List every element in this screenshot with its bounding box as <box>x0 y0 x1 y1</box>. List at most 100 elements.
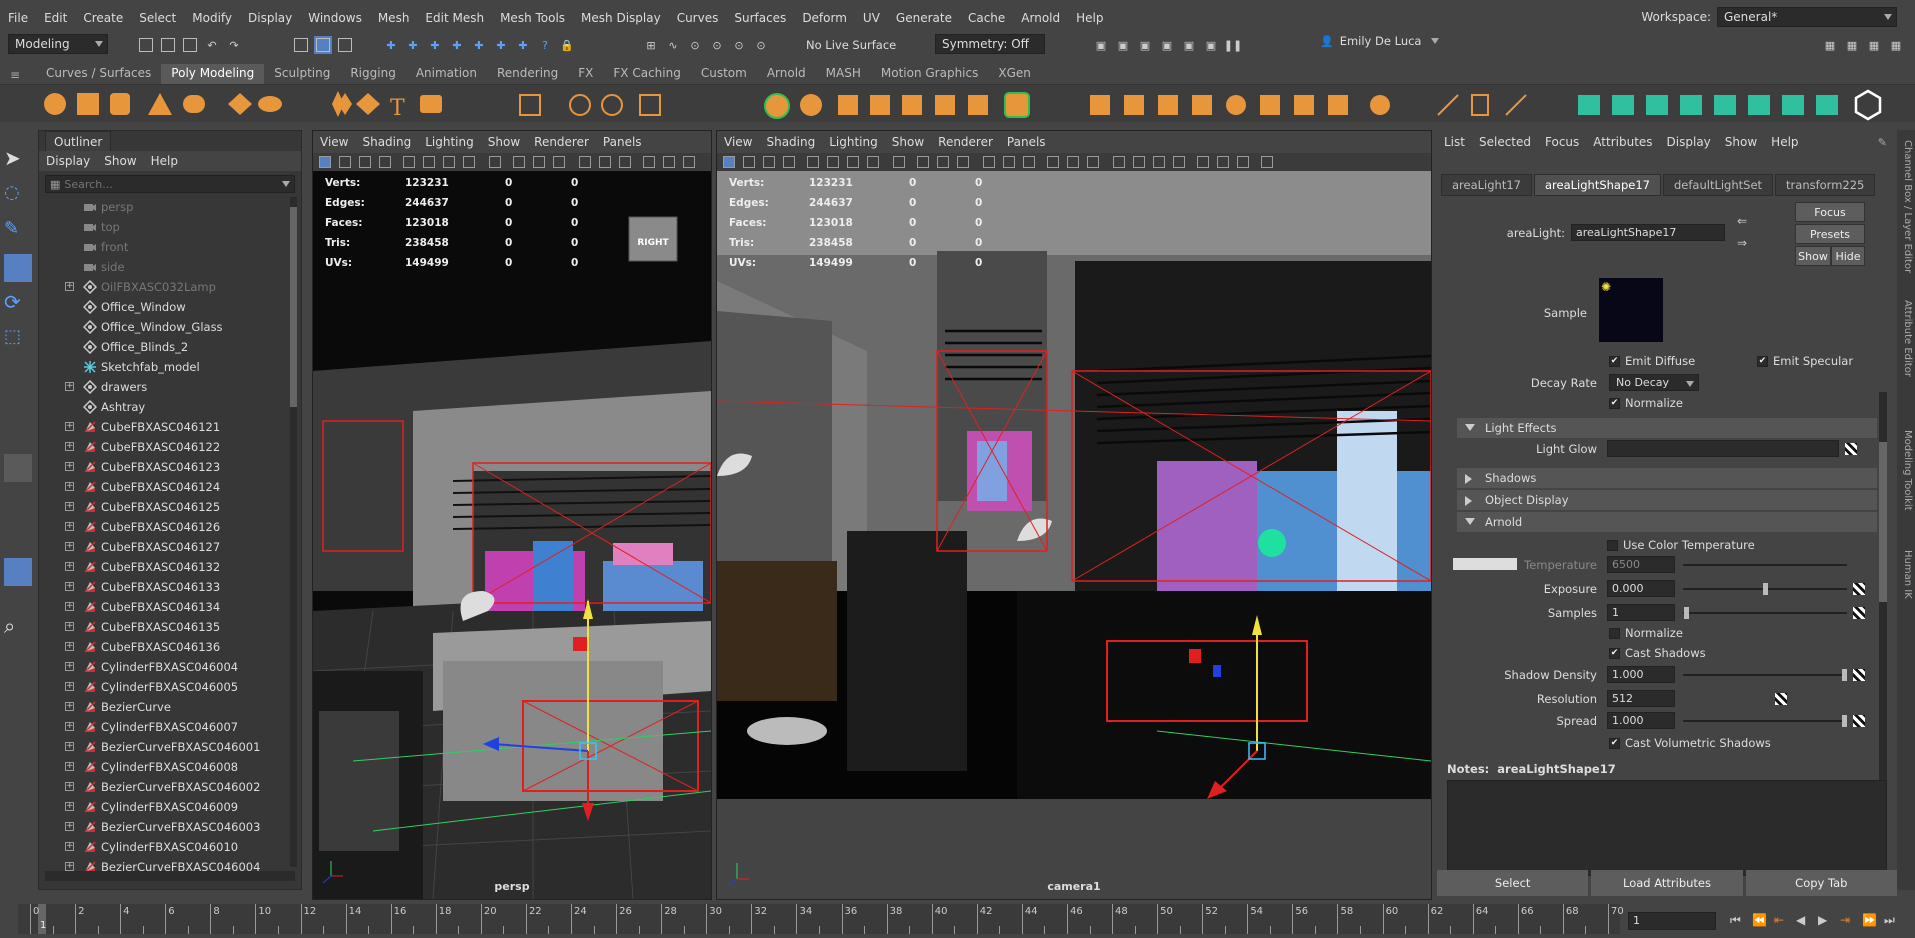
xray-joints-icon[interactable] <box>1173 156 1185 168</box>
cast-shadows-checkbox[interactable]: ✔ <box>1609 648 1620 659</box>
xray-icon[interactable] <box>1153 156 1165 168</box>
menu-edit-mesh[interactable]: Edit Mesh <box>417 11 492 25</box>
expand-plus-icon[interactable]: + <box>65 662 74 671</box>
decay-rate-dropdown[interactable]: No Decay <box>1609 374 1699 391</box>
outliner-item[interactable]: persp <box>39 197 287 217</box>
attr-tab-defaultlightset[interactable]: defaultLightSet <box>1662 174 1774 196</box>
outliner-item[interactable]: Office_Window <box>39 297 287 317</box>
attr-tab-arealightshape17[interactable]: areaLightShape17 <box>1533 174 1661 196</box>
outliner-item[interactable]: + CubeFBXASC046127 <box>39 537 287 557</box>
field-chart-icon[interactable] <box>489 156 501 168</box>
outliner-item[interactable]: + CubeFBXASC046125 <box>39 497 287 517</box>
menu-arnold[interactable]: Arnold <box>1013 11 1068 25</box>
viewport-menu-lighting[interactable]: Lighting <box>418 135 481 149</box>
object-display-section[interactable]: Object Display <box>1457 490 1877 510</box>
normalize-checkbox[interactable]: ✔ <box>1609 398 1620 409</box>
image-plane-icon[interactable] <box>783 156 795 168</box>
outliner-item[interactable]: top <box>39 217 287 237</box>
outliner-item[interactable]: + CubeFBXASC046136 <box>39 637 287 657</box>
shadows-icon[interactable] <box>619 156 631 168</box>
outliner-menu-show[interactable]: Show <box>97 154 143 168</box>
expand-plus-icon[interactable]: + <box>65 622 74 631</box>
bookmarks-icon[interactable] <box>763 156 775 168</box>
expand-plus-icon[interactable]: + <box>65 822 74 831</box>
outliner-item[interactable]: + CubeFBXASC046132 <box>39 557 287 577</box>
side-tab-channel-box-layer-editor[interactable]: Channel Box / Layer Editor <box>1899 140 1913 273</box>
gate-mask-icon[interactable] <box>867 156 879 168</box>
outliner-item[interactable]: + CylinderFBXASC046009 <box>39 797 287 817</box>
outliner-item[interactable]: + CubeFBXASC046135 <box>39 617 287 637</box>
expand-plus-icon[interactable]: + <box>65 482 74 491</box>
save-scene-icon[interactable] <box>181 36 199 54</box>
ambient-occlusion-icon[interactable] <box>1047 156 1059 168</box>
toggle-modeling-toolkit-icon[interactable]: ▦ <box>1821 36 1839 54</box>
node-name-field[interactable]: areaLightShape17 <box>1571 224 1725 241</box>
attr-menu-display[interactable]: Display <box>1660 135 1718 149</box>
shelf-tab-sculpting[interactable]: Sculpting <box>264 64 341 84</box>
workspace-dropdown[interactable]: General* <box>1717 7 1897 27</box>
play-backwards-icon[interactable]: ◀ <box>1796 913 1810 927</box>
ipr-render-icon[interactable]: ▣ <box>1136 36 1154 54</box>
menu-windows[interactable]: Windows <box>300 11 370 25</box>
camera-attributes-icon[interactable] <box>743 156 755 168</box>
expand-plus-icon[interactable]: + <box>65 682 74 691</box>
expand-plus-icon[interactable]: + <box>65 642 74 651</box>
menu-curves[interactable]: Curves <box>669 11 727 25</box>
expand-plus-icon[interactable]: + <box>65 802 74 811</box>
pin-icon[interactable]: ✎ <box>1878 136 1887 149</box>
time-slider[interactable]: 1 0 2 4 6 8 10 12 14 16 18 20 22 24 26 28 30 32 34 36 38 40 4… <box>18 904 1624 934</box>
go-to-start-icon[interactable]: ⏮ <box>1730 913 1744 927</box>
emit-specular-checkbox[interactable]: ✔ <box>1757 356 1768 367</box>
notes-textarea[interactable] <box>1447 780 1887 876</box>
hud-icon[interactable] <box>1197 156 1209 168</box>
menu-file[interactable]: File <box>0 11 36 25</box>
gamma-icon[interactable] <box>1237 156 1249 168</box>
map-button-icon[interactable] <box>1853 715 1865 727</box>
arnold-render-icon[interactable]: ▣ <box>1202 36 1220 54</box>
cast-volumetric-shadows-checkbox[interactable]: ✔ <box>1609 738 1620 749</box>
emit-diffuse-checkbox[interactable]: ✔ <box>1609 356 1620 367</box>
expand-plus-icon[interactable]: + <box>65 722 74 731</box>
lock-icon[interactable]: 🔒 <box>558 36 576 54</box>
outliner-item[interactable]: + CylinderFBXASC046010 <box>39 837 287 857</box>
expand-plus-icon[interactable]: + <box>65 522 74 531</box>
outliner-item[interactable]: + BezierCurveFBXASC046001 <box>39 737 287 757</box>
mask-curves-icon[interactable]: ✚ <box>426 36 444 54</box>
shelf-menu-icon[interactable]: ≡ <box>10 68 20 82</box>
use-all-lights-icon[interactable] <box>599 156 611 168</box>
filter-icon[interactable]: ▦ <box>50 178 60 191</box>
spread-slider[interactable] <box>1683 715 1847 727</box>
menu-create[interactable]: Create <box>75 11 131 25</box>
select-by-object-icon[interactable] <box>314 36 332 54</box>
scale-tool-icon[interactable]: ⬚ <box>4 326 32 354</box>
viewport-menu-shading[interactable]: Shading <box>355 135 418 149</box>
redo-icon[interactable]: ↷ <box>225 36 243 54</box>
shadows-section[interactable]: Shadows <box>1457 468 1877 488</box>
shelf-tab-poly-modeling[interactable]: Poly Modeling <box>161 64 265 84</box>
samples-field[interactable]: 1 <box>1607 604 1675 621</box>
map-button-icon[interactable] <box>1775 693 1787 705</box>
attr-menu-focus[interactable]: Focus <box>1538 135 1586 149</box>
outliner-item[interactable]: front <box>39 237 287 257</box>
shelf-tab-arnold[interactable]: Arnold <box>756 64 816 84</box>
viewport-camera1[interactable]: View Shading Lighting Show Renderer Panels <box>716 130 1432 900</box>
side-tab-human-ik[interactable]: Human IK <box>1899 550 1913 599</box>
film-gate-icon[interactable] <box>423 156 435 168</box>
arnold-section[interactable]: Arnold <box>1457 512 1877 532</box>
hypershade-icon[interactable]: ▣ <box>1180 36 1198 54</box>
outliner-item[interactable]: + OilFBXASC032Lamp <box>39 277 287 297</box>
expand-plus-icon[interactable]: + <box>65 542 74 551</box>
temperature-slider[interactable] <box>1683 564 1847 566</box>
mask-deformations-icon[interactable]: ✚ <box>470 36 488 54</box>
select-camera-icon[interactable] <box>319 156 331 168</box>
outliner-item[interactable]: + drawers <box>39 377 287 397</box>
map-button-icon[interactable] <box>1845 443 1857 455</box>
outliner-item[interactable]: Sketchfab_model <box>39 357 287 377</box>
wireframe-icon[interactable] <box>513 156 525 168</box>
go-to-output-icon[interactable]: ⇒ <box>1737 236 1747 250</box>
snap-projected-icon[interactable]: ⊙ <box>708 36 726 54</box>
outliner-item[interactable]: + CubeFBXASC046124 <box>39 477 287 497</box>
light-glow-field[interactable] <box>1607 440 1839 457</box>
viewport-persp[interactable]: View Shading Lighting Show Renderer Panels <box>312 130 712 900</box>
render-view-icon[interactable]: ▣ <box>1158 36 1176 54</box>
